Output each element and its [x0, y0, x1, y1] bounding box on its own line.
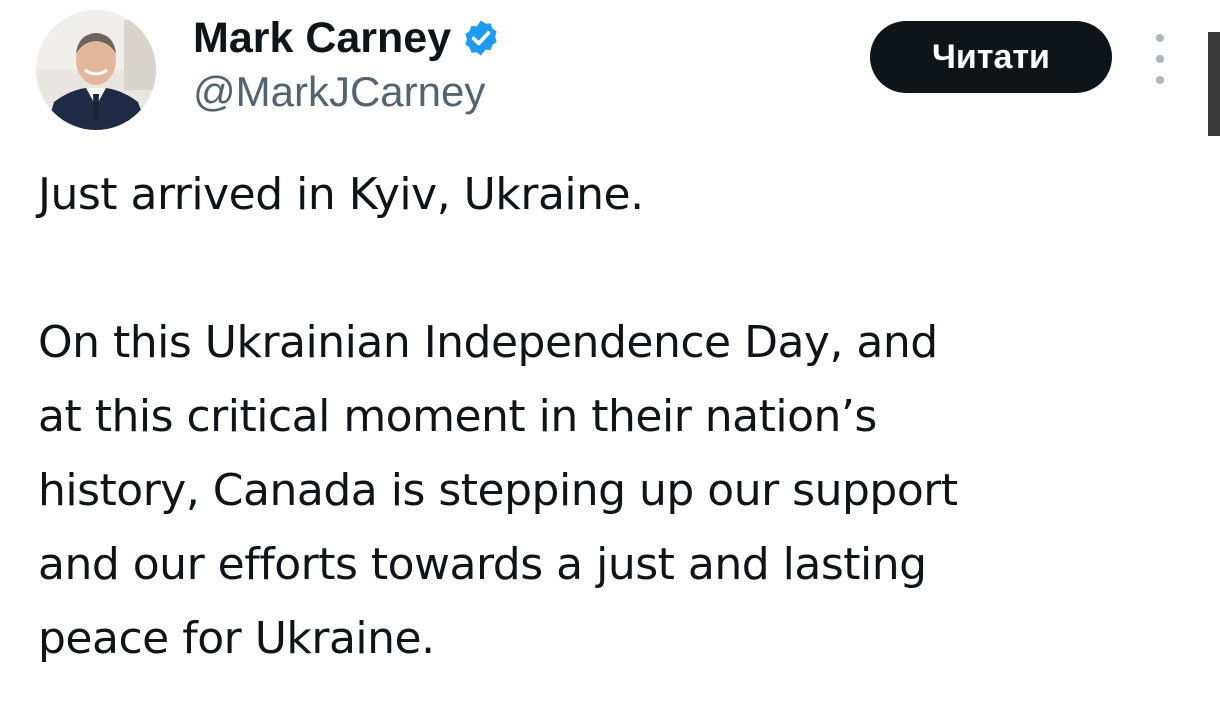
tweet-paragraph: On this Ukrainian Independence Day, and … [38, 317, 958, 664]
scrollbar[interactable] [1208, 32, 1220, 136]
verified-badge-icon[interactable] [461, 18, 501, 58]
follow-button[interactable]: Читати [870, 21, 1112, 93]
author-handle[interactable]: @MarkJCarney [193, 68, 485, 116]
tweet-text: Just arrived in Kyiv, Ukraine. On this U… [38, 158, 1188, 676]
more-dot [1156, 55, 1164, 63]
avatar-photo [36, 10, 156, 130]
more-vertical-icon[interactable] [1148, 34, 1172, 84]
more-dot [1156, 76, 1164, 84]
more-dot [1156, 34, 1164, 42]
avatar[interactable] [36, 10, 156, 130]
tweet-paragraph: Just arrived in Kyiv, Ukraine. [38, 169, 644, 220]
author-name-row: Mark Carney [193, 10, 501, 66]
author-display-name[interactable]: Mark Carney [193, 14, 451, 63]
